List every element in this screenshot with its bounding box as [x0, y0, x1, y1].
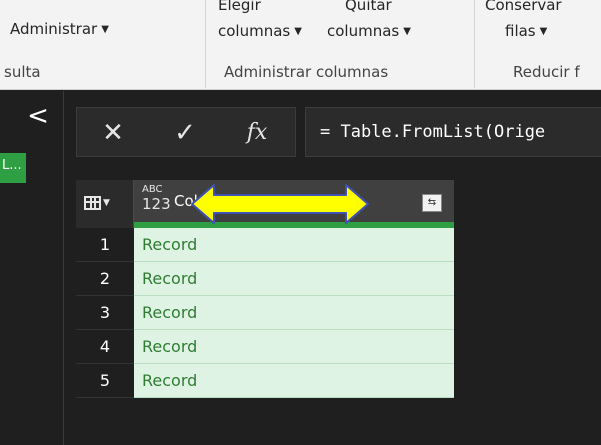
fx-function-icon[interactable]: fx	[237, 114, 277, 152]
ribbon-separator	[474, 0, 475, 88]
row-number[interactable]: 1	[76, 228, 134, 262]
elegir-columnas-button[interactable]: columnas ▼	[218, 22, 302, 40]
elegir-columnas-line1[interactable]: Elegir	[218, 0, 261, 14]
formula-input[interactable]: = Table.FromList(Orige	[305, 107, 601, 157]
conservar-filas-line1[interactable]: Conservar	[485, 0, 562, 14]
collapse-pane-chevron-icon[interactable]: <	[26, 103, 50, 129]
queries-pane: < L...	[0, 91, 64, 445]
row-number[interactable]: 2	[76, 262, 134, 296]
caret-down-icon: ▼	[294, 26, 302, 37]
quitar-columnas-button[interactable]: columnas ▼	[327, 22, 411, 40]
table-menu-button[interactable]: ▼	[76, 180, 134, 228]
ribbon: Administrar ▼ Elegir columnas ▼ Quitar col…	[0, 0, 601, 90]
table-icon	[84, 196, 101, 210]
query-item[interactable]: L...	[0, 153, 26, 183]
expand-column-icon[interactable]: ⇆	[422, 194, 442, 212]
group-label-consulta: sulta	[4, 63, 41, 81]
quitar-columnas-label: columnas	[327, 22, 400, 40]
caret-down-icon: ▼	[103, 198, 110, 208]
double-arrow-annotation-icon	[191, 184, 369, 224]
conservar-filas-button[interactable]: filas ▼	[505, 22, 547, 40]
type-icon-bottom: 123	[142, 195, 171, 213]
row-number[interactable]: 4	[76, 330, 134, 364]
group-label-reducir: Reducir f	[513, 63, 580, 81]
table-cell-record[interactable]: Record	[134, 296, 454, 330]
formula-toolbar: ✕ ✓ fx	[76, 107, 296, 157]
administrar-label: Administrar	[10, 20, 98, 38]
quitar-columnas-line1[interactable]: Quitar	[345, 0, 392, 14]
caret-down-icon: ▼	[539, 26, 548, 37]
ribbon-separator	[205, 0, 206, 88]
cancel-close-icon[interactable]: ✕	[93, 114, 133, 152]
conservar-filas-label: filas	[505, 22, 536, 40]
commit-check-icon[interactable]: ✓	[165, 114, 205, 152]
table-cell-record[interactable]: Record	[134, 262, 454, 296]
caret-down-icon: ▼	[403, 26, 411, 37]
elegir-columnas-label: columnas	[218, 22, 291, 40]
table-cell-record[interactable]: Record	[134, 228, 454, 262]
row-number[interactable]: 3	[76, 296, 134, 330]
caret-down-icon: ▼	[101, 24, 109, 35]
group-label-administrar-columnas: Administrar columnas	[224, 63, 389, 81]
row-number[interactable]: 5	[76, 364, 134, 398]
table-cell-record[interactable]: Record	[134, 330, 454, 364]
administrar-dropdown[interactable]: Administrar ▼	[10, 20, 109, 38]
type-any-icon[interactable]: ABC 123	[142, 184, 171, 213]
table-cell-record[interactable]: Record	[134, 364, 454, 398]
